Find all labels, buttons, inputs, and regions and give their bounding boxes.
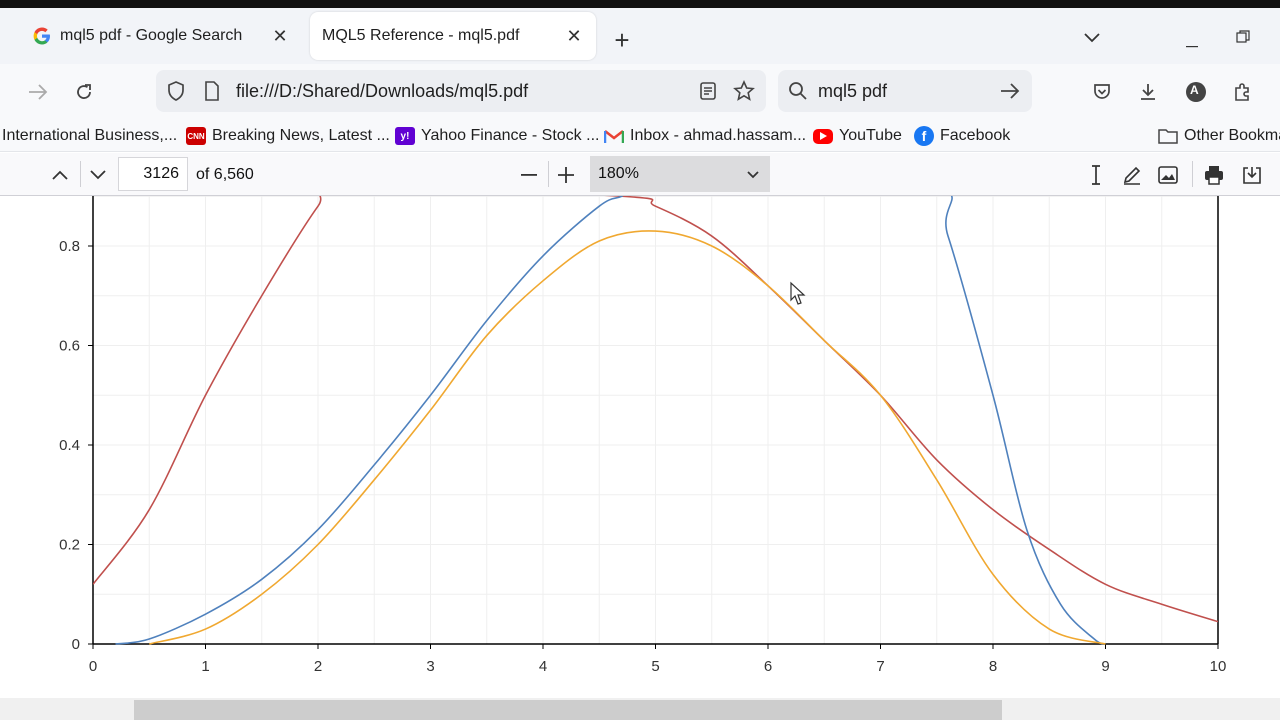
bookmark-label: Breaking News, Latest ... (212, 127, 390, 144)
print-icon[interactable] (1196, 157, 1232, 193)
bookmark-label: Other Bookma (1184, 127, 1280, 144)
x-tick-label: 0 (89, 658, 97, 675)
bookmark-label: Yahoo Finance - Stock ... (421, 127, 600, 144)
account-avatar[interactable]: A (1178, 74, 1214, 110)
x-tick-label: 5 (651, 658, 659, 675)
page-count: of 6,560 (196, 166, 254, 183)
mouse-cursor-icon (790, 281, 806, 305)
zoom-value: 180% (598, 165, 639, 182)
toolbar-separator (1192, 161, 1193, 187)
y-tick-label: 0.6 (59, 338, 80, 355)
bookmark-facebook[interactable]: f Facebook (914, 124, 1010, 148)
page-number-input[interactable]: 3126 (118, 157, 188, 191)
previous-page-icon[interactable] (42, 157, 78, 193)
reload-icon[interactable] (66, 74, 102, 110)
shield-icon[interactable] (158, 73, 194, 109)
text-cursor-icon[interactable] (1078, 157, 1114, 193)
window-top-edge (0, 0, 1280, 8)
restore-icon[interactable] (1236, 28, 1250, 49)
draw-pen-icon[interactable] (1114, 157, 1150, 193)
bookmark-youtube[interactable]: YouTube (813, 124, 902, 148)
x-tick-label: 4 (539, 658, 547, 675)
list-tabs-chevron-icon[interactable] (1082, 28, 1102, 49)
save-download-icon[interactable] (1234, 157, 1270, 193)
x-tick-label: 3 (426, 658, 434, 675)
horizontal-scrollbar-thumb[interactable] (134, 700, 1002, 720)
x-tick-label: 8 (989, 658, 997, 675)
x-tick-label: 2 (314, 658, 322, 675)
bookmark-label: Inbox - ahmad.hassam... (630, 127, 807, 144)
y-tick-label: 0 (72, 636, 80, 653)
tab-google-search[interactable]: mql5 pdf - Google Search ✕ (22, 12, 302, 60)
avatar-letter: A (1190, 83, 1199, 97)
new-tab-button[interactable]: + (606, 24, 638, 56)
search-icon (780, 73, 816, 109)
tab-mql5-reference[interactable]: MQL5 Reference - mql5.pdf ✕ (310, 12, 596, 60)
y-tick-label: 0.2 (59, 537, 80, 554)
x-tick-label: 7 (876, 658, 884, 675)
forward-arrow-icon[interactable] (20, 74, 56, 110)
pdf-toolbar: 3126 of 6,560 180% (0, 153, 1280, 196)
close-icon[interactable]: ✕ (268, 24, 292, 48)
pdf-page-view[interactable]: 0 1 2 3 4 5 6 7 8 9 10 0 0.2 0.4 0.6 0.8 (0, 195, 1280, 698)
gmail-icon (604, 127, 624, 145)
go-arrow-icon[interactable] (992, 73, 1028, 109)
pocket-icon[interactable] (1084, 74, 1120, 110)
yahoo-icon: y! (395, 127, 415, 145)
navigation-bar: file:///D:/Shared/Downloads/mql5.pdf mql… (0, 64, 1280, 120)
bookmark-label: YouTube (839, 127, 902, 144)
tab-title: MQL5 Reference - mql5.pdf (322, 27, 520, 44)
extensions-icon[interactable] (1224, 74, 1260, 110)
zoom-out-icon[interactable] (512, 157, 548, 193)
minimize-icon[interactable] (1186, 32, 1200, 53)
add-image-icon[interactable] (1150, 157, 1186, 193)
bookmark-label: International Business,... (2, 127, 178, 144)
cnn-icon: CNN (186, 127, 206, 145)
x-tick-label: 1 (201, 658, 209, 675)
bookmark-label: Facebook (940, 127, 1011, 144)
url-text[interactable]: file:///D:/Shared/Downloads/mql5.pdf (236, 81, 528, 102)
chevron-down-icon (746, 167, 760, 185)
series-line-2 (149, 230, 1106, 645)
youtube-icon (813, 128, 833, 144)
reader-view-icon[interactable] (690, 73, 726, 109)
x-tick-label: 6 (764, 658, 772, 675)
next-page-icon[interactable] (80, 157, 116, 193)
zoom-in-icon[interactable] (548, 157, 584, 193)
x-tick-label: 10 (1210, 658, 1227, 675)
close-icon[interactable]: ✕ (562, 24, 586, 48)
page-icon[interactable] (194, 73, 230, 109)
bookmark-cnn[interactable]: CNN Breaking News, Latest ... (186, 124, 390, 148)
folder-icon (1158, 127, 1178, 145)
bookmark-international-business[interactable]: International Business,... (2, 124, 177, 148)
x-tick-label: 9 (1101, 658, 1109, 675)
chart-tick-labels: 0 1 2 3 4 5 6 7 8 9 10 0 0.2 0.4 0.6 0.8 (59, 238, 1226, 675)
facebook-icon: f (914, 126, 934, 146)
google-icon (32, 26, 52, 46)
series-line-1 (115, 196, 1106, 645)
bookmark-yahoo-finance[interactable]: y! Yahoo Finance - Stock ... (395, 124, 599, 148)
url-bar[interactable]: file:///D:/Shared/Downloads/mql5.pdf (156, 70, 766, 112)
bookmark-other-bookmarks[interactable]: Other Bookma (1158, 124, 1280, 148)
search-bar[interactable]: mql5 pdf (778, 70, 1032, 112)
y-tick-label: 0.8 (59, 238, 80, 255)
line-chart: 0 1 2 3 4 5 6 7 8 9 10 0 0.2 0.4 0.6 0.8 (59, 195, 1226, 675)
star-icon[interactable] (726, 73, 762, 109)
bookmark-gmail-inbox[interactable]: Inbox - ahmad.hassam... (604, 124, 806, 148)
tab-strip: mql5 pdf - Google Search ✕ MQL5 Referenc… (0, 8, 1280, 64)
download-icon[interactable] (1130, 74, 1166, 110)
zoom-select[interactable]: 180% (590, 156, 770, 192)
chart-grid (92, 195, 1219, 645)
y-tick-label: 0.4 (59, 437, 80, 454)
search-text[interactable]: mql5 pdf (818, 81, 887, 102)
tab-title: mql5 pdf - Google Search (60, 27, 243, 44)
bookmarks-bar: International Business,... CNN Breaking … (0, 120, 1280, 152)
